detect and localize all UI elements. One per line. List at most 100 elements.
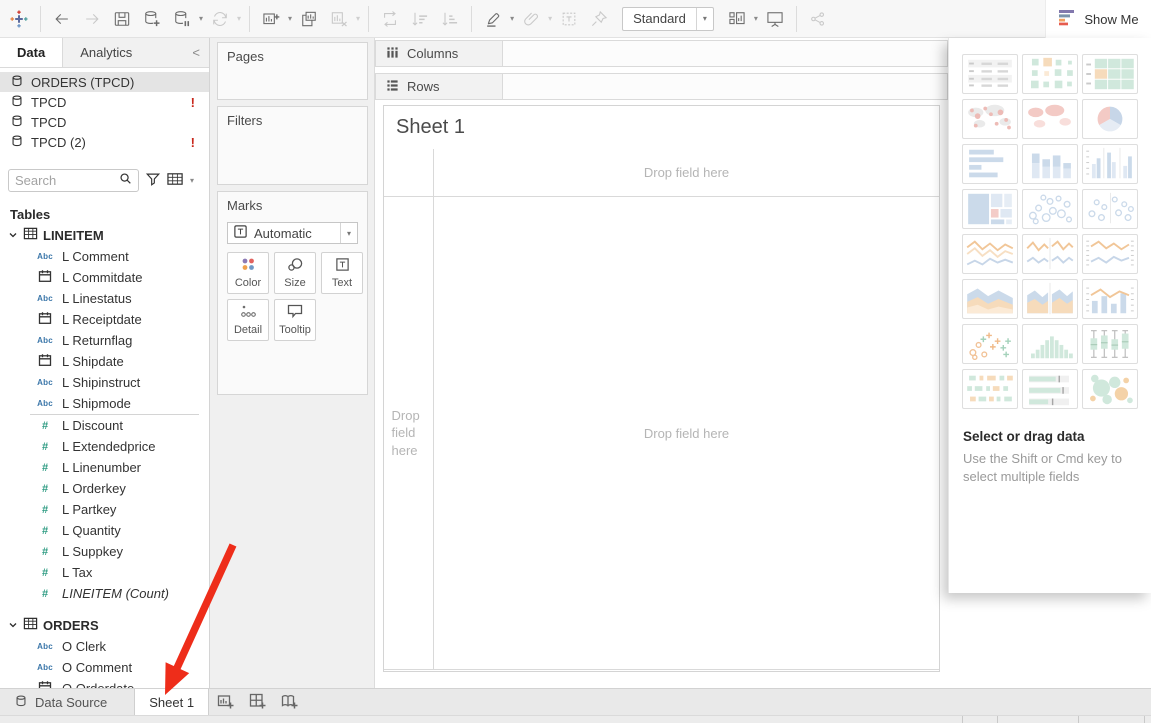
chevron-down-icon[interactable] — [8, 618, 18, 633]
new-dashboard-button[interactable] — [241, 689, 273, 715]
showme-type-bullet-graph[interactable] — [1022, 369, 1078, 409]
dropdown-caret-icon[interactable]: ▾ — [199, 14, 203, 23]
field-item[interactable]: AbcO Comment — [0, 657, 209, 678]
showme-type-dual-lines[interactable] — [1082, 234, 1138, 274]
rows-shelf[interactable]: Rows — [375, 73, 948, 100]
dropdown-caret-icon[interactable]: ▾ — [754, 14, 758, 23]
datasource-item[interactable]: TPCD (2)! — [0, 132, 209, 152]
table-group-header[interactable]: ORDERS — [0, 614, 209, 636]
sort-descending-icon[interactable] — [437, 5, 463, 33]
showme-type-scatter-plot[interactable] — [962, 324, 1018, 364]
showme-type-dual-combination[interactable] — [1082, 279, 1138, 319]
tableau-logo[interactable] — [6, 5, 32, 33]
dropdown-caret-icon[interactable]: ▾ — [288, 14, 292, 23]
field-item[interactable]: O Orderdate — [0, 678, 209, 688]
marks-size-button[interactable]: Size — [274, 252, 316, 294]
view-options-icon[interactable] — [167, 172, 184, 189]
collapse-pane-icon[interactable]: < — [183, 38, 209, 67]
tab-data-source[interactable]: Data Source — [0, 689, 121, 715]
filters-card[interactable]: Filters — [217, 106, 368, 185]
field-item[interactable]: #L Orderkey — [0, 478, 209, 499]
dropdown-caret-icon[interactable]: ▾ — [548, 14, 552, 23]
pages-card[interactable]: Pages — [217, 42, 368, 100]
run-auto-updates-icon[interactable] — [207, 5, 233, 33]
showme-type-treemap[interactable] — [962, 189, 1018, 229]
dropdown-caret-icon[interactable]: ▾ — [356, 14, 360, 23]
show-me-button[interactable]: Show Me — [1045, 0, 1151, 38]
showme-type-packed-bubbles[interactable] — [1082, 369, 1138, 409]
columns-shelf[interactable]: Columns — [375, 40, 948, 67]
new-data-source-icon[interactable] — [139, 5, 165, 33]
showme-type-area-discrete[interactable] — [1022, 279, 1078, 319]
view-options-caret-icon[interactable]: ▾ — [190, 176, 194, 185]
new-worksheet-tab-button[interactable] — [209, 689, 241, 715]
field-item[interactable]: AbcL Comment — [0, 246, 209, 267]
show-mark-labels-icon[interactable] — [556, 5, 582, 33]
duplicate-sheet-icon[interactable] — [296, 5, 322, 33]
drop-zone-rows[interactable]: Drop field here — [384, 197, 433, 669]
showme-type-box-and-whisker[interactable] — [1082, 324, 1138, 364]
showme-type-gantt[interactable] — [962, 369, 1018, 409]
field-item[interactable]: #L Extendedprice — [0, 436, 209, 457]
showme-type-histogram[interactable] — [1022, 324, 1078, 364]
drop-zone-center[interactable]: Drop field here — [434, 197, 939, 669]
showme-type-horizontal-bars[interactable] — [962, 144, 1018, 184]
undo-icon[interactable] — [49, 5, 75, 33]
save-icon[interactable] — [109, 5, 135, 33]
datasource-item[interactable]: TPCD — [0, 112, 209, 132]
fix-axes-icon[interactable] — [586, 5, 612, 33]
field-item[interactable]: AbcL Linestatus — [0, 288, 209, 309]
field-item[interactable]: #L Tax — [0, 562, 209, 583]
field-item[interactable]: #LINEITEM (Count) — [0, 583, 209, 604]
marks-detail-button[interactable]: Detail — [227, 299, 269, 341]
new-story-button[interactable] — [273, 689, 305, 715]
table-group-header[interactable]: LINEITEM — [0, 224, 209, 246]
share-icon[interactable] — [805, 5, 831, 33]
tab-sheet-1[interactable]: Sheet 1 — [134, 689, 209, 715]
field-item[interactable]: #L Partkey — [0, 499, 209, 520]
datasource-item[interactable]: ORDERS (TPCD) — [0, 72, 209, 92]
redo-icon[interactable] — [79, 5, 105, 33]
showme-type-stacked-bars[interactable] — [1022, 144, 1078, 184]
marks-color-button[interactable]: Color — [227, 252, 269, 294]
showme-type-lines-continuous[interactable] — [962, 234, 1018, 274]
show-hide-cards-icon[interactable] — [724, 5, 750, 33]
field-item[interactable]: #L Suppkey — [0, 541, 209, 562]
filter-fields-icon[interactable] — [145, 171, 161, 190]
fit-selector[interactable]: Standard▾ — [622, 7, 714, 31]
field-item[interactable]: L Commitdate — [0, 267, 209, 288]
showme-type-heat-map[interactable] — [1022, 54, 1078, 94]
swap-rows-columns-icon[interactable] — [377, 5, 403, 33]
highlight-icon[interactable] — [480, 5, 506, 33]
showme-type-symbol-map[interactable] — [962, 99, 1018, 139]
field-item[interactable]: AbcL Shipinstruct — [0, 372, 209, 393]
field-item[interactable]: L Receiptdate — [0, 309, 209, 330]
field-item[interactable]: #L Quantity — [0, 520, 209, 541]
field-item[interactable]: AbcL Shipmode — [0, 393, 209, 414]
datasource-item[interactable]: TPCD! — [0, 92, 209, 112]
search-input[interactable]: Search — [8, 169, 139, 192]
new-worksheet-icon[interactable] — [258, 5, 284, 33]
showme-type-circle-views[interactable] — [1022, 189, 1078, 229]
mark-type-caret-icon[interactable]: ▾ — [340, 223, 357, 243]
showme-type-side-by-side-bars[interactable] — [1082, 144, 1138, 184]
chevron-down-icon[interactable] — [8, 228, 18, 243]
showme-type-pie-chart[interactable] — [1082, 99, 1138, 139]
mark-type-dropdown[interactable]: Automatic ▾ — [227, 222, 358, 244]
field-item[interactable]: AbcO Clerk — [0, 636, 209, 657]
sort-ascending-icon[interactable] — [407, 5, 433, 33]
showme-type-filled-map[interactable] — [1022, 99, 1078, 139]
dropdown-caret-icon[interactable]: ▾ — [696, 8, 713, 30]
marks-text-button[interactable]: Text — [321, 252, 363, 294]
tab-analytics[interactable]: Analytics — [63, 38, 149, 67]
drop-zone-columns[interactable]: Drop field here — [434, 149, 939, 196]
showme-type-side-by-side-circles[interactable] — [1082, 189, 1138, 229]
showme-type-highlight-table[interactable] — [1082, 54, 1138, 94]
dropdown-caret-icon[interactable]: ▾ — [510, 14, 514, 23]
field-item[interactable]: #L Linenumber — [0, 457, 209, 478]
group-members-icon[interactable] — [518, 5, 544, 33]
showme-type-area-continuous[interactable] — [962, 279, 1018, 319]
dropdown-caret-icon[interactable]: ▾ — [237, 14, 241, 23]
field-item[interactable]: AbcL Returnflag — [0, 330, 209, 351]
presentation-mode-icon[interactable] — [762, 5, 788, 33]
